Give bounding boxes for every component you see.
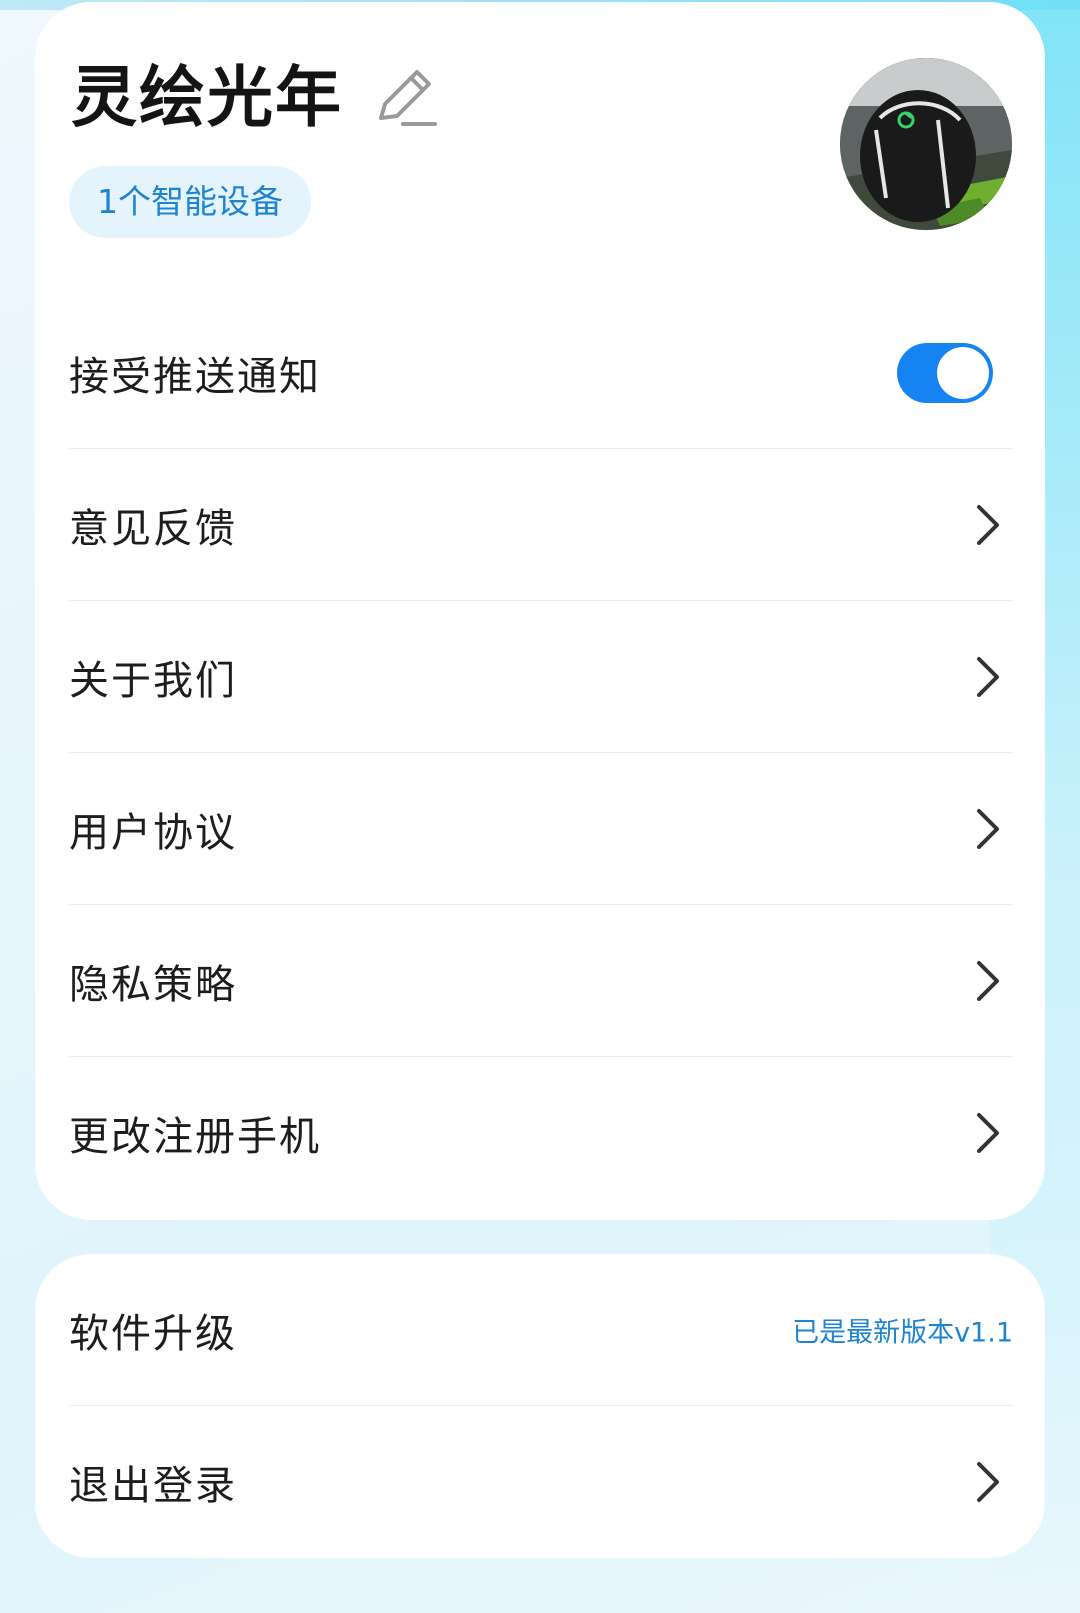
software-upgrade-label: 软件升级 [69, 1310, 237, 1357]
profile-name[interactable]: 灵绘光年 [71, 58, 343, 138]
settings-item-label: 意见反馈 [69, 505, 237, 552]
push-notification-row: 接受推送通知 [69, 297, 1013, 449]
settings-item-user-agreement[interactable]: 用户协议 [69, 753, 1013, 905]
avatar[interactable] [840, 58, 1012, 230]
profile-settings-card: 灵绘光年 1个智能设备 接受推送通知 意见反馈 关于我们 用户协议 隐私策略 更… [35, 2, 1045, 1220]
logout-row[interactable]: 退出登录 [69, 1406, 1013, 1558]
avatar-photo [840, 58, 1012, 230]
push-notification-toggle[interactable] [897, 342, 993, 403]
chevron-right-icon [977, 504, 999, 545]
settings-item-change-phone[interactable]: 更改注册手机 [69, 1057, 1013, 1209]
chevron-right-icon [977, 960, 999, 1001]
pencil-icon[interactable] [373, 64, 439, 130]
chevron-right-icon [977, 808, 999, 849]
settings-item-label: 关于我们 [69, 657, 237, 704]
chevron-right-icon [977, 1113, 999, 1153]
settings-item-label: 用户协议 [69, 809, 237, 856]
toggle-knob [937, 346, 989, 399]
chevron-right-icon [977, 1462, 999, 1502]
settings-item-label: 隐私策略 [69, 961, 237, 1008]
settings-item-privacy-policy[interactable]: 隐私策略 [69, 905, 1013, 1057]
settings-item-label: 更改注册手机 [69, 1114, 321, 1160]
software-upgrade-row[interactable]: 软件升级 已是最新版本v1.1 [69, 1254, 1013, 1406]
chevron-right-icon [977, 656, 999, 697]
logout-label: 退出登录 [69, 1463, 237, 1509]
version-status: 已是最新版本v1.1 [792, 1317, 1013, 1348]
system-settings-card: 软件升级 已是最新版本v1.1 退出登录 [35, 1254, 1045, 1558]
push-notification-label: 接受推送通知 [69, 353, 321, 400]
device-count-badge[interactable]: 1个智能设备 [69, 166, 311, 238]
settings-item-about[interactable]: 关于我们 [69, 601, 1013, 753]
settings-item-feedback[interactable]: 意见反馈 [69, 449, 1013, 601]
